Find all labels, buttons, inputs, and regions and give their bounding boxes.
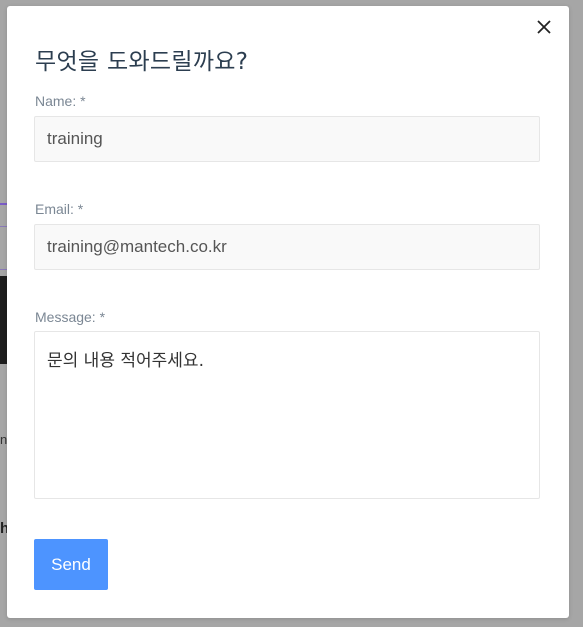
close-icon xyxy=(537,20,551,34)
message-field[interactable]: 문의 내용 적어주세요. xyxy=(34,331,540,499)
message-label: Message: * xyxy=(35,309,106,325)
modal-title: 무엇을 도와드릴까요? xyxy=(35,49,249,75)
close-button[interactable] xyxy=(533,16,555,38)
contact-modal: 무엇을 도와드릴까요? Name: * Email: * Message: * … xyxy=(7,6,569,618)
send-button[interactable]: Send xyxy=(34,539,108,590)
email-label: Email: * xyxy=(35,201,84,217)
email-field[interactable] xyxy=(34,224,540,270)
name-field[interactable] xyxy=(34,116,540,162)
name-label: Name: * xyxy=(35,93,86,109)
